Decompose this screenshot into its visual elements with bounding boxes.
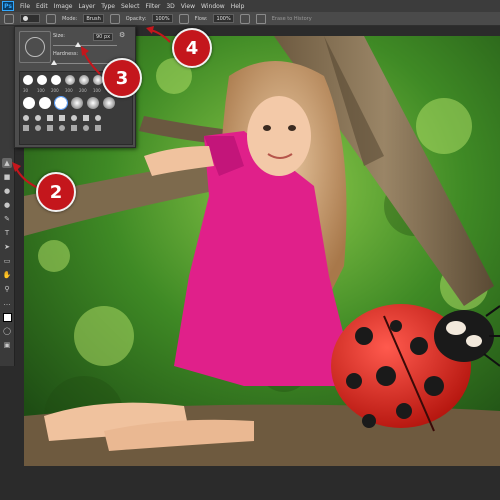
- callout-step-2: 2: [36, 172, 76, 212]
- callout-step-3: 3: [102, 58, 142, 98]
- callout-arrows: [12, 26, 171, 189]
- callout-step-4: 4: [172, 28, 212, 68]
- bottom-bar: [0, 466, 500, 500]
